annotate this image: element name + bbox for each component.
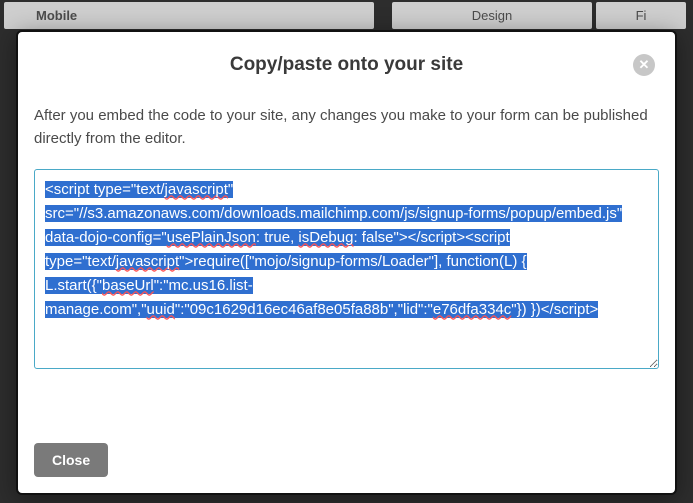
instructions-text: After you embed the code to your site, a… (34, 104, 659, 151)
modal-body: After you embed the code to your site, a… (18, 76, 675, 433)
embed-code-textarea[interactable]: <script type="text/javascript" src="//s3… (34, 169, 659, 369)
modal-header: Copy/paste onto your site ✕ (18, 32, 675, 76)
close-button[interactable]: Close (34, 443, 108, 477)
modal-footer: Close (18, 433, 675, 493)
close-icon[interactable]: ✕ (633, 54, 655, 76)
embed-code-modal: Copy/paste onto your site ✕ After you em… (16, 30, 677, 495)
modal-title: Copy/paste onto your site (38, 54, 655, 76)
